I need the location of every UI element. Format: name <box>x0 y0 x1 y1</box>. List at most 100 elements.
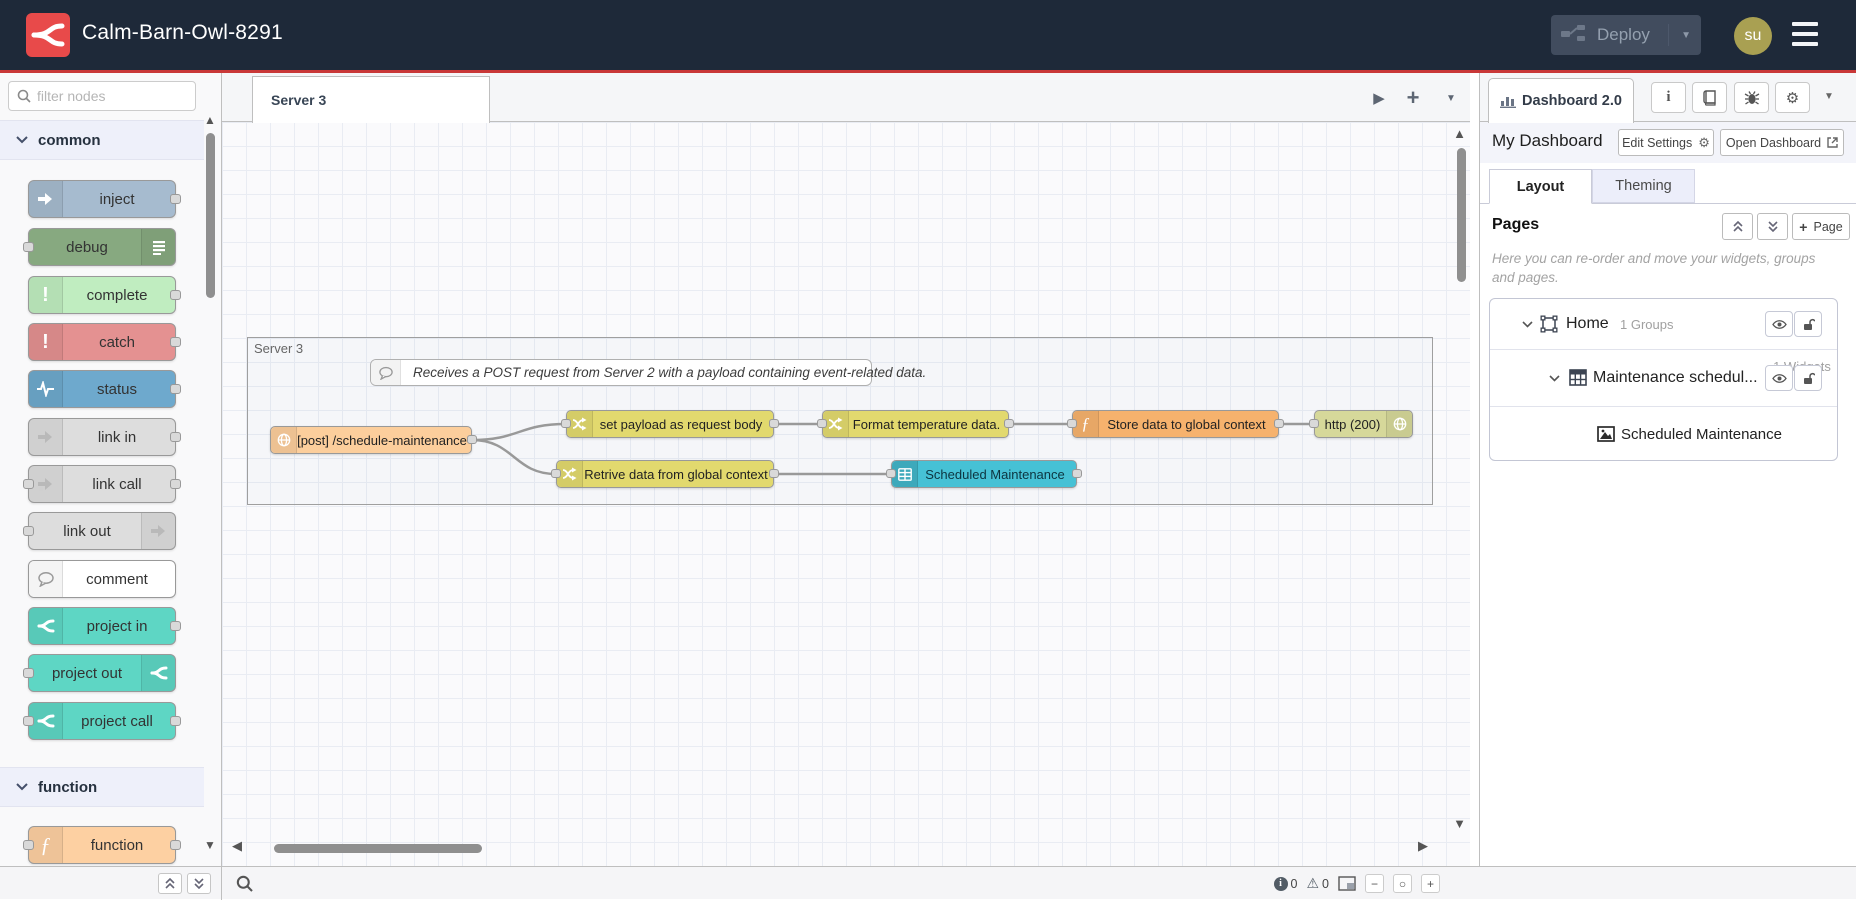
tree-row-widget-scheduled-maintenance[interactable]: Scheduled Maintenance <box>1490 407 1837 461</box>
lock-button[interactable] <box>1794 365 1822 391</box>
palette-scroll-down-icon[interactable]: ▼ <box>204 838 216 852</box>
canvas-scroll-down-icon[interactable]: ▼ <box>1453 816 1466 831</box>
output-port[interactable] <box>769 469 779 478</box>
canvas-scroll-right-icon[interactable]: ▶ <box>1418 838 1428 854</box>
debug-button[interactable] <box>1734 82 1769 113</box>
flow-node-http-response[interactable]: http (200) <box>1309 410 1413 438</box>
input-port[interactable] <box>817 419 827 428</box>
tree-row-group-maintenance[interactable]: 1 Widgets Maintenance schedul... <box>1490 350 1837 406</box>
palette-node-label: function <box>90 836 144 854</box>
palette-filter-input[interactable] <box>37 88 177 104</box>
warning-count[interactable]: ⚠ 0 <box>1306 875 1329 892</box>
collapse-categories-button[interactable] <box>158 873 182 894</box>
sidebar-options-caret-icon[interactable]: ▼ <box>1824 91 1834 102</box>
chevron-down-icon[interactable] <box>1522 321 1533 328</box>
flow-node-http-in[interactable]: [post] /schedule-maintenance <box>270 426 477 454</box>
main-menu-button[interactable] <box>1792 22 1818 46</box>
palette-category-function[interactable]: function <box>0 767 204 807</box>
open-dashboard-label: Open Dashboard <box>1725 135 1822 150</box>
toggle-visibility-button[interactable] <box>1765 365 1793 391</box>
flow-node-change-3[interactable]: Retrive data from global context <box>551 460 779 488</box>
bar-chart-icon <box>1500 97 1517 108</box>
input-port[interactable] <box>886 469 896 478</box>
double-chevron-up-icon <box>1732 221 1743 232</box>
flow-node-change-1[interactable]: set payload as request body <box>561 410 779 438</box>
palette-node-debug[interactable]: debug <box>23 228 176 266</box>
output-port[interactable] <box>769 419 779 428</box>
palette-node-link-in[interactable]: link in <box>28 418 181 456</box>
palette-node-link-call[interactable]: link call <box>23 465 181 503</box>
add-flow-button[interactable]: + <box>1400 85 1426 111</box>
flow-list-caret-icon[interactable]: ▼ <box>1438 85 1464 111</box>
canvas-hscrollbar-thumb[interactable] <box>274 844 482 853</box>
palette-filter[interactable] <box>8 81 196 111</box>
output-port[interactable] <box>1274 419 1284 428</box>
node-label: [post] /schedule-maintenance <box>297 432 467 448</box>
expand-categories-button[interactable] <box>187 873 211 894</box>
toggle-visibility-button[interactable] <box>1765 311 1793 337</box>
flow-node-change-2[interactable]: Format temperature data. <box>817 410 1014 438</box>
error-count[interactable]: i 0 <box>1273 876 1297 891</box>
palette-node-complete[interactable]: ! complete <box>28 276 181 314</box>
output-port[interactable] <box>1072 469 1082 478</box>
flow-node-function-store[interactable]: ƒ Store data to global context <box>1067 410 1284 438</box>
zoom-in-button[interactable]: + <box>1421 874 1440 893</box>
input-port[interactable] <box>1309 419 1319 428</box>
user-avatar[interactable]: su <box>1734 17 1772 55</box>
add-page-button[interactable]: + Page <box>1792 213 1850 240</box>
help-docs-button[interactable] <box>1692 82 1727 113</box>
zoom-out-button[interactable]: − <box>1365 874 1384 893</box>
link-icon <box>141 513 175 549</box>
palette-node-project-call[interactable]: project call <box>23 702 181 740</box>
output-port[interactable] <box>467 435 477 444</box>
open-dashboard-button[interactable]: Open Dashboard <box>1720 129 1844 156</box>
deploy-button[interactable]: Deploy ▼ <box>1551 15 1701 55</box>
canvas-scroll-left-icon[interactable]: ◀ <box>232 838 242 854</box>
palette-node-link-out[interactable]: link out <box>23 512 176 550</box>
palette-node-label: catch <box>99 333 135 351</box>
flow-canvas[interactable]: Server 3 Receives a POST request from Se… <box>222 122 1470 866</box>
navigator-toggle-icon[interactable] <box>1338 876 1356 891</box>
flow-tab-label: Server 3 <box>271 92 327 108</box>
sidebar-resize-handle[interactable] <box>1470 73 1480 899</box>
palette-category-common[interactable]: common <box>0 120 204 160</box>
tab-dashboard-2[interactable]: Dashboard 2.0 <box>1488 78 1634 123</box>
palette-node-project-out[interactable]: project out <box>23 654 176 692</box>
info-button[interactable]: i <box>1651 82 1686 113</box>
palette-node-status[interactable]: status <box>28 370 181 408</box>
palette-node-label: comment <box>86 570 148 588</box>
tab-theming[interactable]: Theming <box>1592 169 1695 203</box>
tree-row-page-home[interactable]: Home 1 Groups <box>1490 299 1837 349</box>
lock-button[interactable] <box>1794 311 1822 337</box>
palette-scrollbar-thumb[interactable] <box>206 133 215 298</box>
image-widget-icon <box>1597 426 1615 442</box>
settings-button[interactable]: ⚙ <box>1775 82 1810 113</box>
move-page-up-button[interactable] <box>1722 213 1753 240</box>
palette-node-catch[interactable]: ! catch <box>28 323 181 361</box>
chevron-down-icon[interactable] <box>1549 375 1560 382</box>
tab-layout[interactable]: Layout <box>1489 169 1592 204</box>
input-port <box>23 668 34 678</box>
move-page-down-button[interactable] <box>1757 213 1788 240</box>
double-chevron-down-icon <box>1767 221 1778 232</box>
deploy-options-caret-icon[interactable]: ▼ <box>1668 24 1691 46</box>
complete-icon: ! <box>29 277 63 313</box>
flow-tab-server3[interactable]: Server 3 <box>252 76 490 123</box>
input-port[interactable] <box>561 419 571 428</box>
palette-scroll-up-icon[interactable]: ▲ <box>204 113 216 127</box>
input-port[interactable] <box>1067 419 1077 428</box>
flow-node-ui-table[interactable]: Scheduled Maintenance <box>886 460 1082 488</box>
zoom-reset-button[interactable]: ○ <box>1393 874 1412 893</box>
input-port[interactable] <box>551 469 561 478</box>
search-flows-icon[interactable] <box>236 875 253 892</box>
flow-node-comment[interactable]: Receives a POST request from Server 2 wi… <box>370 359 926 386</box>
tab-scroll-right-icon[interactable]: ▶ <box>1366 85 1392 111</box>
palette-node-inject[interactable]: inject <box>28 180 181 218</box>
palette-node-function[interactable]: ƒ function <box>23 826 181 864</box>
palette-node-comment[interactable]: comment <box>28 560 176 598</box>
palette-node-project-in[interactable]: project in <box>28 607 181 645</box>
canvas-vscrollbar-thumb[interactable] <box>1457 148 1466 282</box>
canvas-scroll-up-icon[interactable]: ▲ <box>1453 126 1466 141</box>
edit-settings-button[interactable]: Edit Settings ⚙ <box>1618 129 1714 156</box>
output-port[interactable] <box>1004 419 1014 428</box>
